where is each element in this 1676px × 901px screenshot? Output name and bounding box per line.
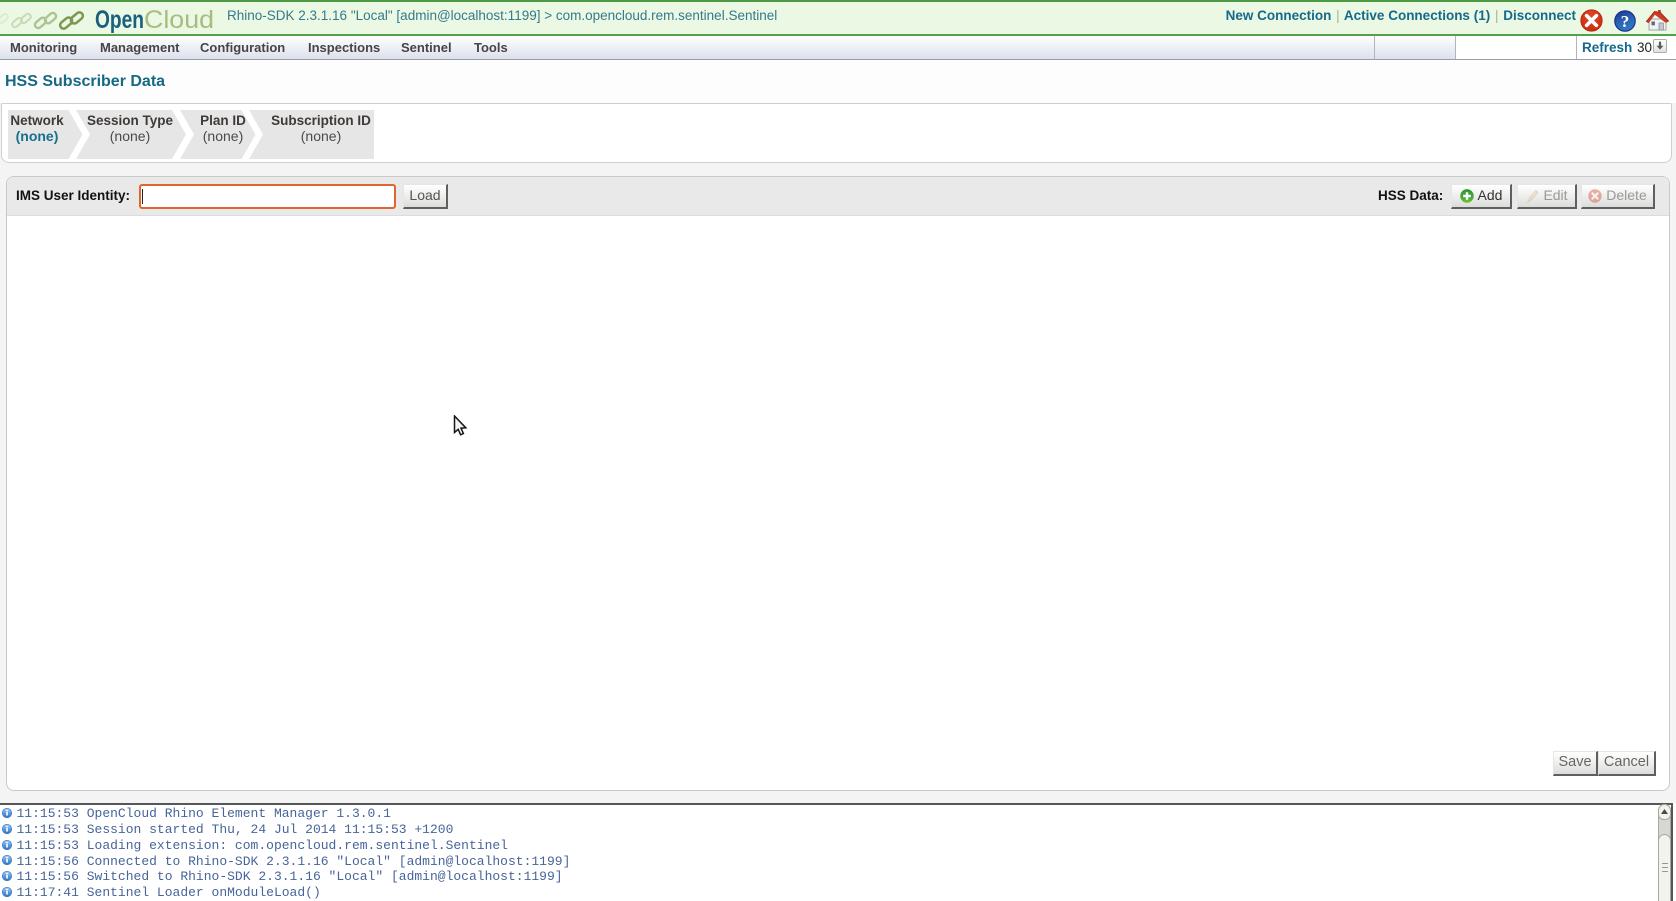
svg-text:?: ?: [1621, 12, 1630, 31]
svg-text:(none): (none): [301, 128, 341, 144]
svg-text:Network: Network: [10, 113, 64, 128]
svg-text:Session Type: Session Type: [87, 113, 174, 128]
svg-text:Cloud: Cloud: [144, 6, 214, 34]
svg-text:Subscription ID: Subscription ID: [271, 113, 371, 128]
svg-text:(none): (none): [203, 128, 243, 144]
svg-text:Open: Open: [95, 6, 144, 34]
svg-text:(none): (none): [110, 128, 150, 144]
svg-text:Plan ID: Plan ID: [200, 113, 246, 128]
svg-text:(none): (none): [16, 128, 59, 144]
